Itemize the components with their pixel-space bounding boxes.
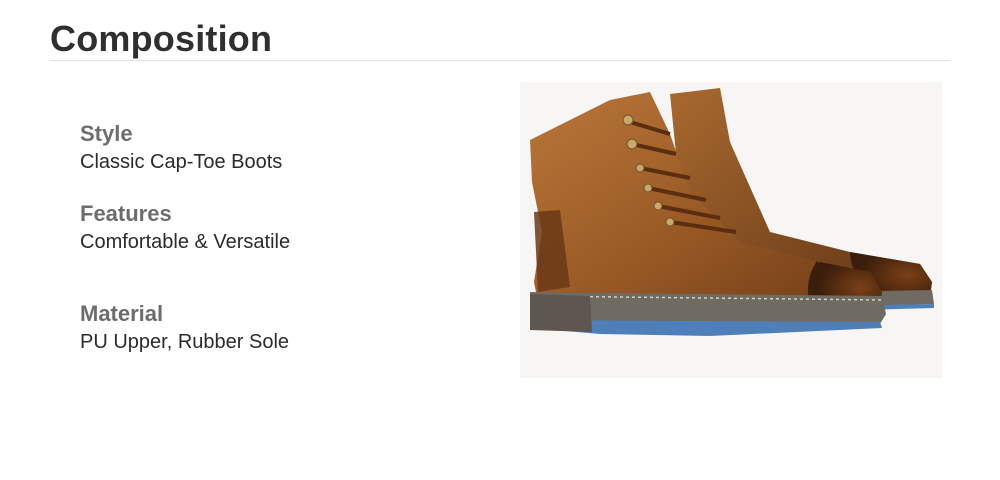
- spec-value-features: Comfortable & Versatile: [80, 231, 291, 253]
- spec-label-style: Style: [80, 121, 133, 146]
- spec-label-features: Features: [80, 201, 172, 226]
- boots-illustration: [529, 88, 934, 336]
- spec-style: Style Classic Cap-Toe Boots: [80, 121, 282, 175]
- section-title: Composition: [50, 18, 273, 59]
- title-divider: [50, 60, 950, 61]
- spec-material: Material PU Upper, Rubber Sole: [80, 301, 289, 355]
- spec-label-material: Material: [80, 301, 164, 326]
- spec-value-material: PU Upper, Rubber Sole: [80, 331, 290, 353]
- product-image: [520, 82, 942, 378]
- spec-value-style: Classic Cap-Toe Boots: [80, 151, 283, 173]
- spec-features: Features Comfortable & Versatile: [80, 201, 290, 255]
